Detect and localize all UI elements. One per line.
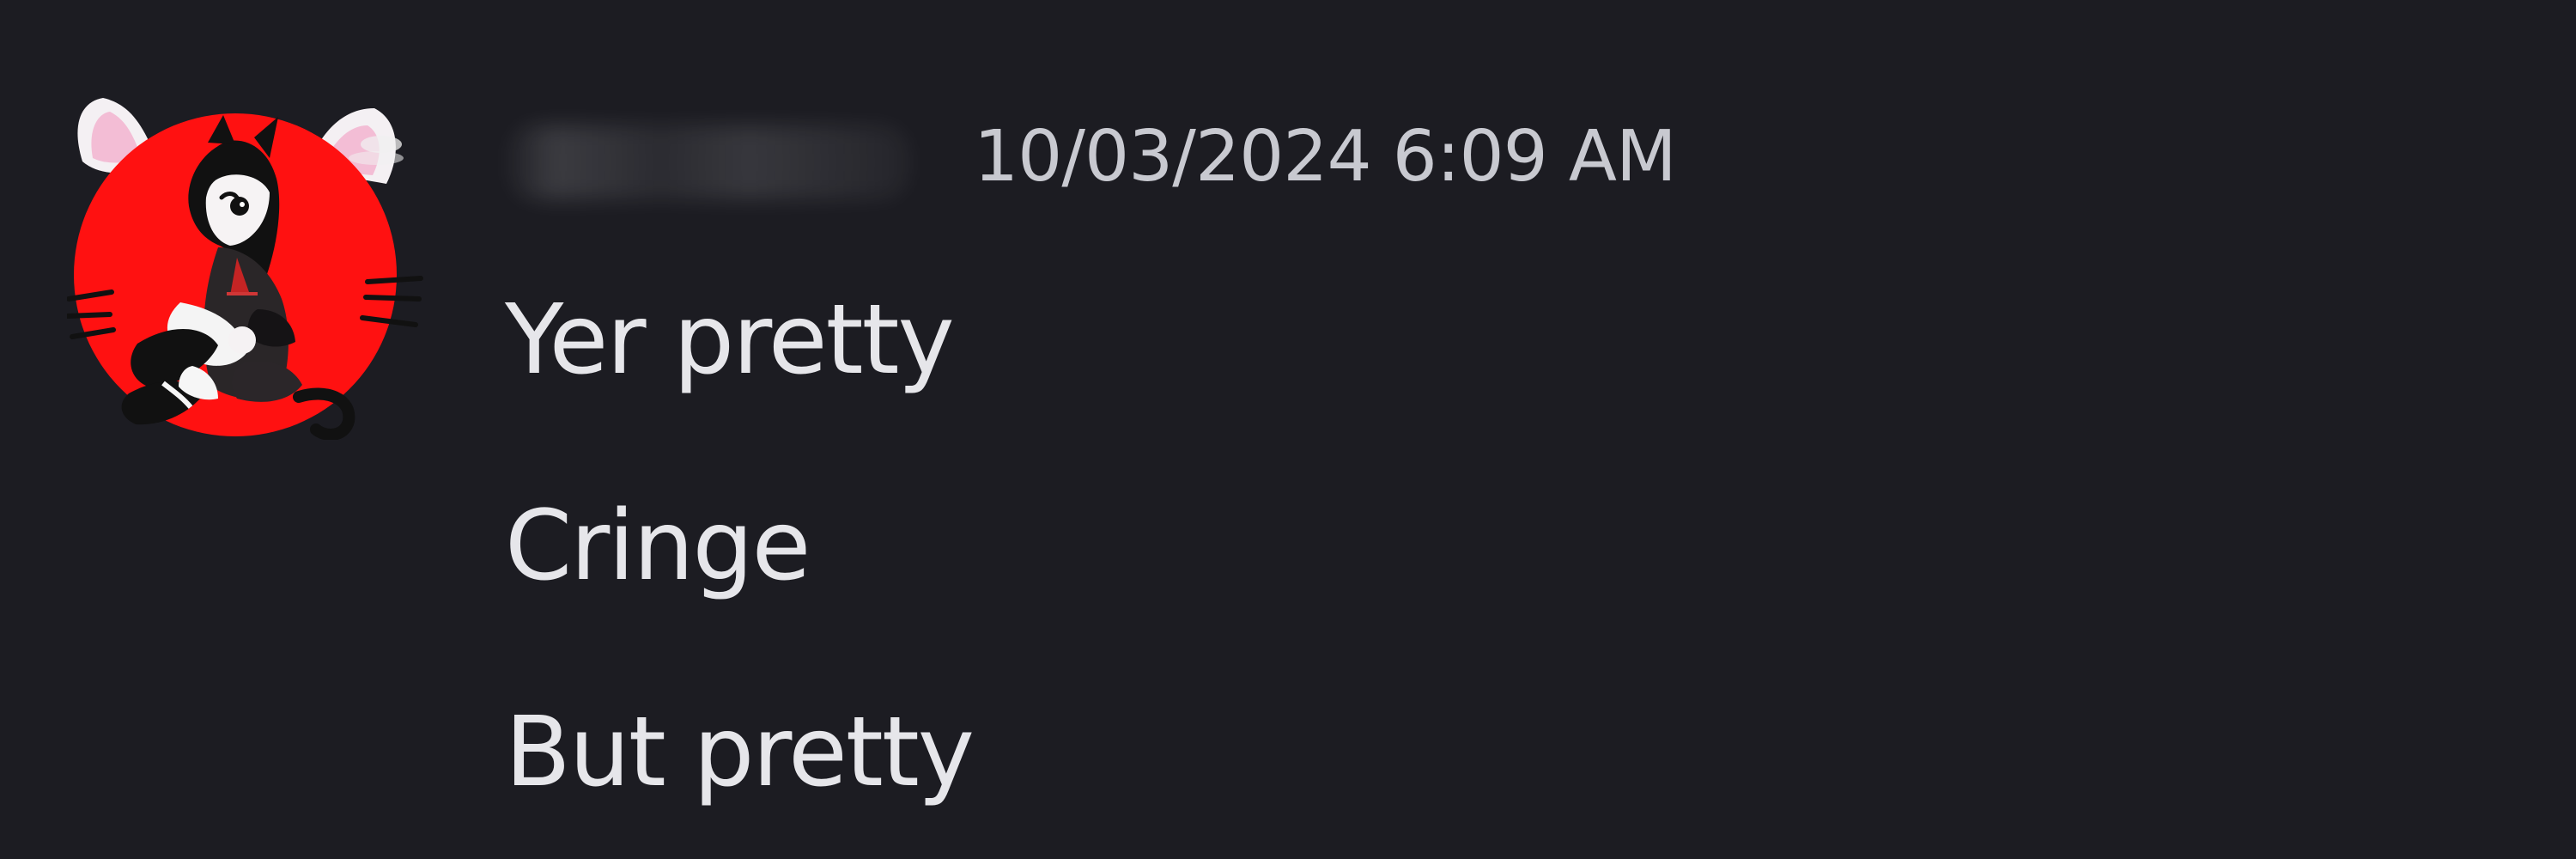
message-timestamp: 10/03/2024 6:09 AM (974, 116, 1677, 198)
message-line-3: But pretty (505, 697, 975, 808)
message-line-2: Cringe (505, 490, 811, 602)
redacted-username (507, 125, 910, 199)
chat-message-group: 10/03/2024 6:09 AM Yer pretty Cringe But… (0, 0, 2576, 859)
cat-girl-avatar-icon[interactable] (67, 96, 436, 440)
message-line-1: Yer pretty (505, 284, 955, 396)
